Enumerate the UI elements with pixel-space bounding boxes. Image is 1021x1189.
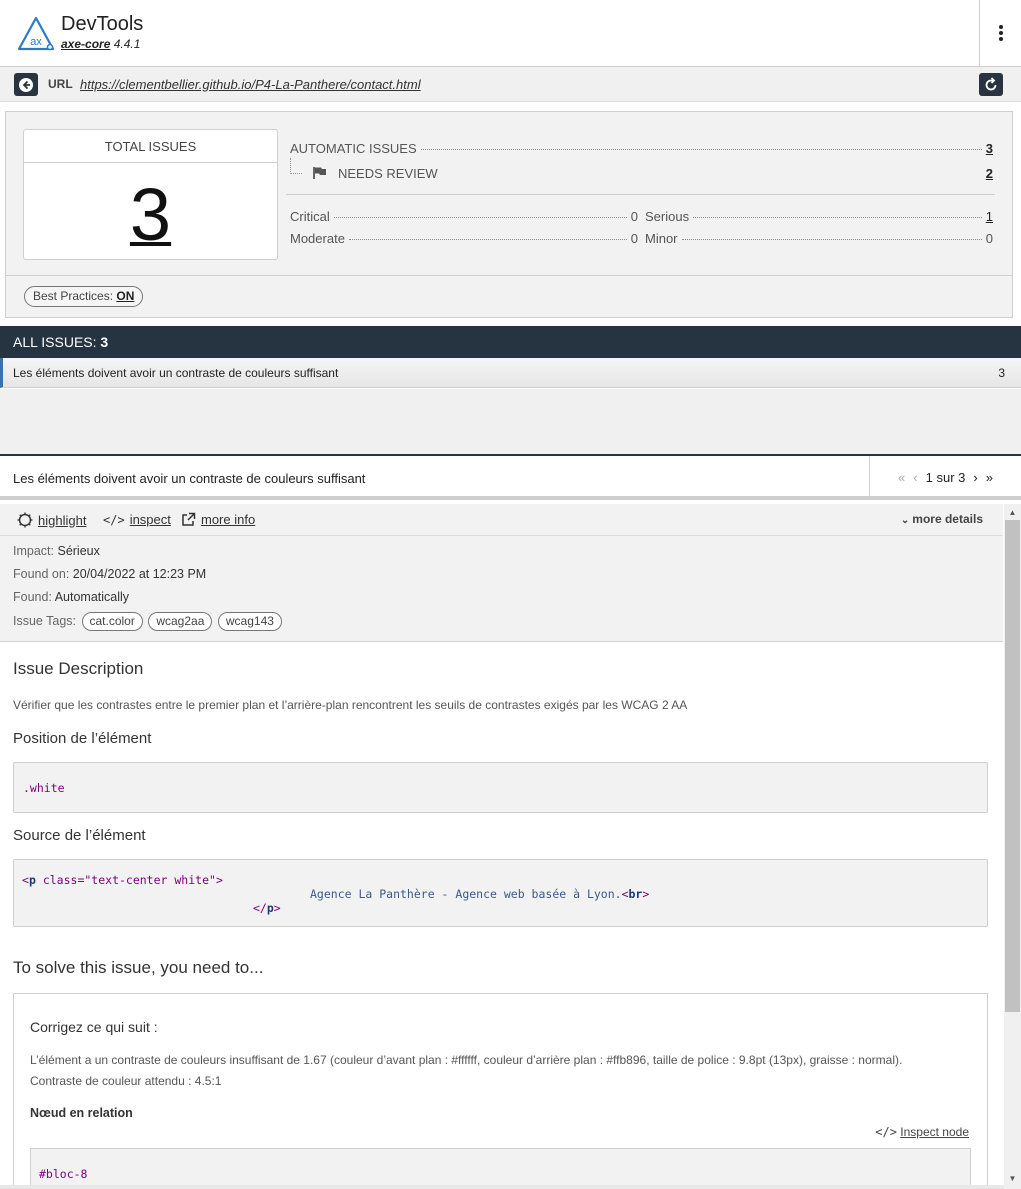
last-page-icon[interactable]: » [986,470,993,485]
position-code-block: .white [13,762,988,813]
total-issues-count[interactable]: 3 [24,178,277,252]
chevron-down-icon: ⌄ [900,515,910,526]
related-node-code: #bloc-8 [30,1148,971,1189]
serious-count[interactable]: 1 [986,209,993,224]
automatic-issues-row: AUTOMATIC ISSUES 3 [290,141,993,156]
flag-icon [313,167,326,179]
found-on-line: Found on: 20/04/2022 at 12:23 PM [13,567,207,581]
impact-line: Impact: Sérieux [13,544,100,558]
app-title: DevTools [61,13,144,35]
url-link[interactable]: https://clementbellier.github.io/P4-La-P… [80,77,421,92]
minor-row: Minor 0 [645,231,993,246]
total-issues-label: TOTAL ISSUES [24,130,277,163]
highlight-icon [17,512,33,528]
found-line: Found: Automatically [13,590,130,604]
summary-panel: TOTAL ISSUES 3 AUTOMATIC ISSUES 3 NEEDS R… [5,111,1013,318]
related-node-label: Nœud en relation [30,1106,133,1120]
solve-heading: To solve this issue, you need to... [13,958,264,977]
code-icon: </> [103,512,125,527]
engine-version: axe-core 4.4.1 [61,37,141,51]
kebab-menu-button[interactable] [979,0,1021,66]
highlight-button[interactable]: highlight [17,512,86,528]
issue-detail-header: Les éléments doivent avoir un contraste … [0,454,1021,500]
automatic-issues-count[interactable]: 3 [986,141,993,156]
issue-actions-bar: highlight </> inspect more info ⌄ more de… [0,504,1003,536]
solve-panel: Corrigez ce qui suit : L’élément a un co… [13,993,988,1189]
issue-title: Les éléments doivent avoir un contraste … [13,366,339,380]
position-heading: Position de l’élément [13,730,152,747]
needs-review-count[interactable]: 2 [986,166,993,181]
page-indicator: 1 sur 3 [925,469,966,485]
next-page-icon[interactable]: › [973,470,977,485]
best-practices-toggle[interactable]: Best Practices: ON [24,286,144,307]
issue-description-text: Vérifier que les contrastes entre le pre… [13,698,688,712]
issue-meta: Impact: Sérieux Found on: 20/04/2022 at … [0,536,1003,642]
more-info-link[interactable]: more info [181,512,255,527]
issue-detail-title: Les éléments doivent avoir un contraste … [13,471,366,486]
fix-heading: Corrigez ce qui suit : [30,1019,158,1035]
external-link-icon [182,512,196,526]
source-line-2: Agence La Panthère - Agence web basée à … [310,887,650,901]
issue-tag: wcag2aa [148,612,213,631]
issue-pager: « ‹ 1 sur 3 › » [869,456,1021,498]
horizontal-scroll-edge [0,1185,1004,1189]
issue-list-item[interactable]: Les éléments doivent avoir un contraste … [0,358,1021,388]
url-bar: URL https://clementbellier.github.io/P4-… [0,67,1021,102]
back-button[interactable] [14,73,38,96]
node-selector: #bloc-8 [39,1167,88,1181]
position-selector: .white [23,781,65,795]
svg-text:ax: ax [30,36,42,48]
rescan-button[interactable] [979,73,1003,96]
serious-row: Serious 1 [645,209,993,224]
source-line-1: <p class="text-center white"> [22,873,223,887]
summary-divider [286,194,995,195]
issue-tag: wcag143 [217,612,282,631]
issue-tags-line: Issue Tags: cat.color wcag2aa wcag143 [13,612,282,631]
url-label: URL [48,77,73,91]
needs-review-row: NEEDS REVIEW 2 [312,164,993,181]
axe-logo-icon: ax [17,16,55,51]
summary-footer-divider [6,275,1012,276]
source-code-block: <p class="text-center white"> Agence La … [13,859,988,927]
inspect-node-link[interactable]: </> Inspect node [875,1125,969,1139]
critical-row: Critical 0 [290,209,638,224]
more-details-toggle[interactable]: ⌄ more details [901,512,983,526]
critical-count: 0 [630,209,638,224]
inspect-button[interactable]: </> inspect [103,512,171,527]
all-issues-bar: ALL ISSUES: 3 [0,326,1021,358]
total-issues-card: TOTAL ISSUES 3 [23,129,278,260]
issue-count: 3 [998,366,1005,380]
refresh-icon [985,76,997,90]
issue-tag: cat.color [81,612,143,631]
scrollbar-thumb[interactable] [1005,520,1020,1012]
issue-detail-content: highlight </> inspect more info ⌄ more de… [0,504,1003,1189]
prev-page-icon[interactable]: ‹ [913,470,917,485]
fix-text: L’élément a un contraste de couleurs ins… [30,1053,903,1088]
scroll-up-icon[interactable]: ▲ [1004,504,1021,520]
code-icon: </> [875,1125,897,1139]
minor-count: 0 [985,231,993,246]
app-header: ax DevTools axe-core 4.4.1 [0,0,1021,67]
moderate-row: Moderate 0 [290,231,638,246]
first-page-icon[interactable]: « [898,470,905,485]
kebab-menu-icon [998,25,1003,41]
source-line-3: </p> [253,901,281,915]
issue-list-empty-area [0,389,1021,454]
back-arrow-icon [19,77,33,92]
scroll-down-icon[interactable]: ▼ [1004,1170,1021,1186]
moderate-count: 0 [630,231,638,246]
issue-description-heading: Issue Description [13,659,144,678]
tree-connector [290,158,302,174]
source-heading: Source de l’élément [13,827,146,844]
